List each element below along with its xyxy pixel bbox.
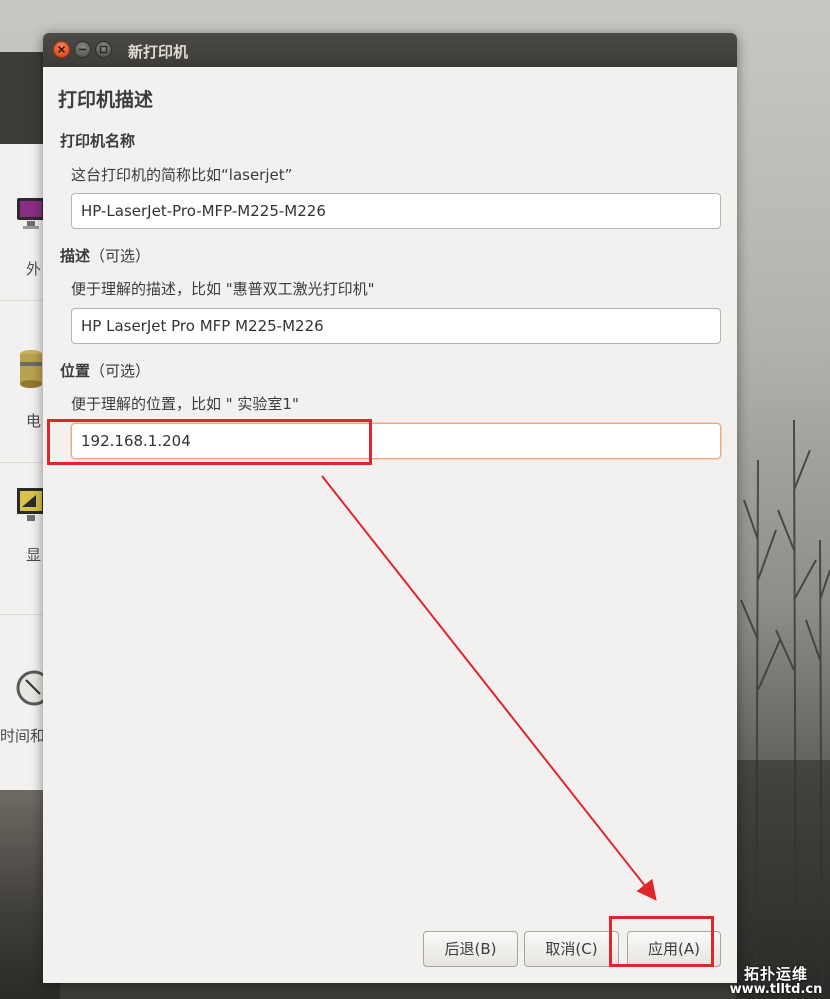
maximize-icon bbox=[99, 45, 108, 54]
dialog-title: 新打印机 bbox=[128, 43, 189, 61]
cancel-button[interactable]: 取消(C) bbox=[524, 931, 619, 967]
location-label: 位置（可选） bbox=[60, 360, 150, 381]
close-icon bbox=[57, 45, 66, 54]
location-hint: 便于理解的位置，比如 " 实验室1" bbox=[71, 395, 299, 413]
location-label-text: 位置 bbox=[60, 362, 91, 380]
printer-name-input[interactable] bbox=[71, 193, 721, 229]
clock-icon[interactable] bbox=[16, 664, 46, 710]
description-label: 描述（可选） bbox=[60, 245, 150, 266]
wallpaper-forest bbox=[736, 340, 830, 999]
watermark-text: 拓扑运维 bbox=[743, 965, 808, 983]
monitor-icon[interactable] bbox=[16, 197, 46, 231]
settings-item-label: 电 bbox=[26, 412, 42, 430]
minimize-icon bbox=[79, 48, 86, 51]
new-printer-dialog: 新打印机 打印机描述 打印机名称 这台打印机的简称比如“laserjet” 描述… bbox=[43, 33, 737, 983]
power-icon[interactable] bbox=[16, 348, 46, 392]
optional-tag: （可选） bbox=[90, 362, 151, 380]
watermark-logo: 拓扑运维 www.tlltd.cn bbox=[722, 966, 830, 999]
printer-name-hint: 这台打印机的简称比如“laserjet” bbox=[71, 166, 293, 184]
optional-tag: （可选） bbox=[90, 247, 151, 265]
description-hint: 便于理解的描述，比如 "惠普双工激光打印机" bbox=[71, 280, 375, 298]
settings-item-label: 外 bbox=[26, 260, 42, 278]
dialog-titlebar[interactable]: 新打印机 bbox=[43, 33, 737, 67]
back-button[interactable]: 后退(B) bbox=[423, 931, 518, 967]
description-input[interactable] bbox=[71, 308, 721, 344]
printer-name-label: 打印机名称 bbox=[60, 132, 136, 150]
display-icon[interactable] bbox=[16, 487, 46, 523]
close-button[interactable] bbox=[53, 41, 70, 58]
settings-item-label: 显 bbox=[26, 546, 42, 564]
settings-item-label: 时间和 bbox=[0, 727, 46, 745]
description-label-text: 描述 bbox=[60, 247, 91, 265]
maximize-button[interactable] bbox=[95, 41, 112, 58]
annotation-box-location bbox=[47, 419, 372, 465]
section-heading: 打印机描述 bbox=[58, 89, 154, 111]
minimize-button[interactable] bbox=[74, 41, 91, 58]
annotation-box-apply bbox=[609, 916, 714, 967]
watermark-url: www.tlltd.cn bbox=[729, 982, 823, 997]
